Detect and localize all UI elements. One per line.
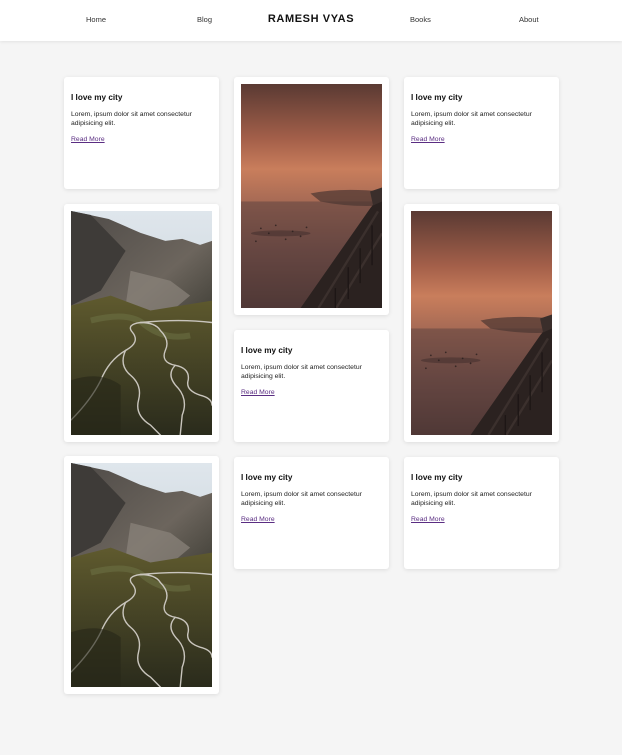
post-card: I love my city Lorem, ipsum dolor sit am…: [64, 77, 219, 189]
post-card: I love my city Lorem, ipsum dolor sit am…: [234, 457, 389, 569]
photo-card: [234, 77, 389, 315]
post-title: I love my city: [411, 473, 463, 482]
post-title: I love my city: [71, 93, 123, 102]
post-title: I love my city: [411, 93, 463, 102]
read-more-link[interactable]: Read More: [71, 136, 105, 143]
post-excerpt: Lorem, ipsum dolor sit amet consectetur …: [241, 364, 362, 380]
post-excerpt: Lorem, ipsum dolor sit amet consectetur …: [411, 491, 532, 507]
post-title: I love my city: [241, 473, 293, 482]
misty-lake-pier-image: [241, 84, 382, 308]
nav-about-link[interactable]: About: [519, 15, 539, 24]
post-excerpt: Lorem, ipsum dolor sit amet consectetur …: [241, 491, 362, 507]
nav-books-link[interactable]: Books: [410, 15, 431, 24]
post-card: I love my city Lorem, ipsum dolor sit am…: [404, 457, 559, 569]
post-card: I love my city Lorem, ipsum dolor sit am…: [404, 77, 559, 189]
read-more-link[interactable]: Read More: [241, 389, 275, 396]
mountain-road-image: [71, 463, 212, 687]
post-title: I love my city: [241, 346, 293, 355]
post-card: I love my city Lorem, ipsum dolor sit am…: [234, 330, 389, 442]
read-more-link[interactable]: Read More: [411, 136, 445, 143]
top-navbar: Home Blog RAMESH VYAS Books About: [0, 0, 622, 41]
post-excerpt: Lorem, ipsum dolor sit amet consectetur …: [71, 111, 192, 127]
mountain-road-image: [71, 211, 212, 435]
read-more-link[interactable]: Read More: [241, 516, 275, 523]
read-more-link[interactable]: Read More: [411, 516, 445, 523]
photo-card: [64, 456, 219, 694]
post-excerpt: Lorem, ipsum dolor sit amet consectetur …: [411, 111, 532, 127]
photo-card: [404, 204, 559, 442]
photo-card: [64, 204, 219, 442]
misty-lake-pier-image: [411, 211, 552, 435]
